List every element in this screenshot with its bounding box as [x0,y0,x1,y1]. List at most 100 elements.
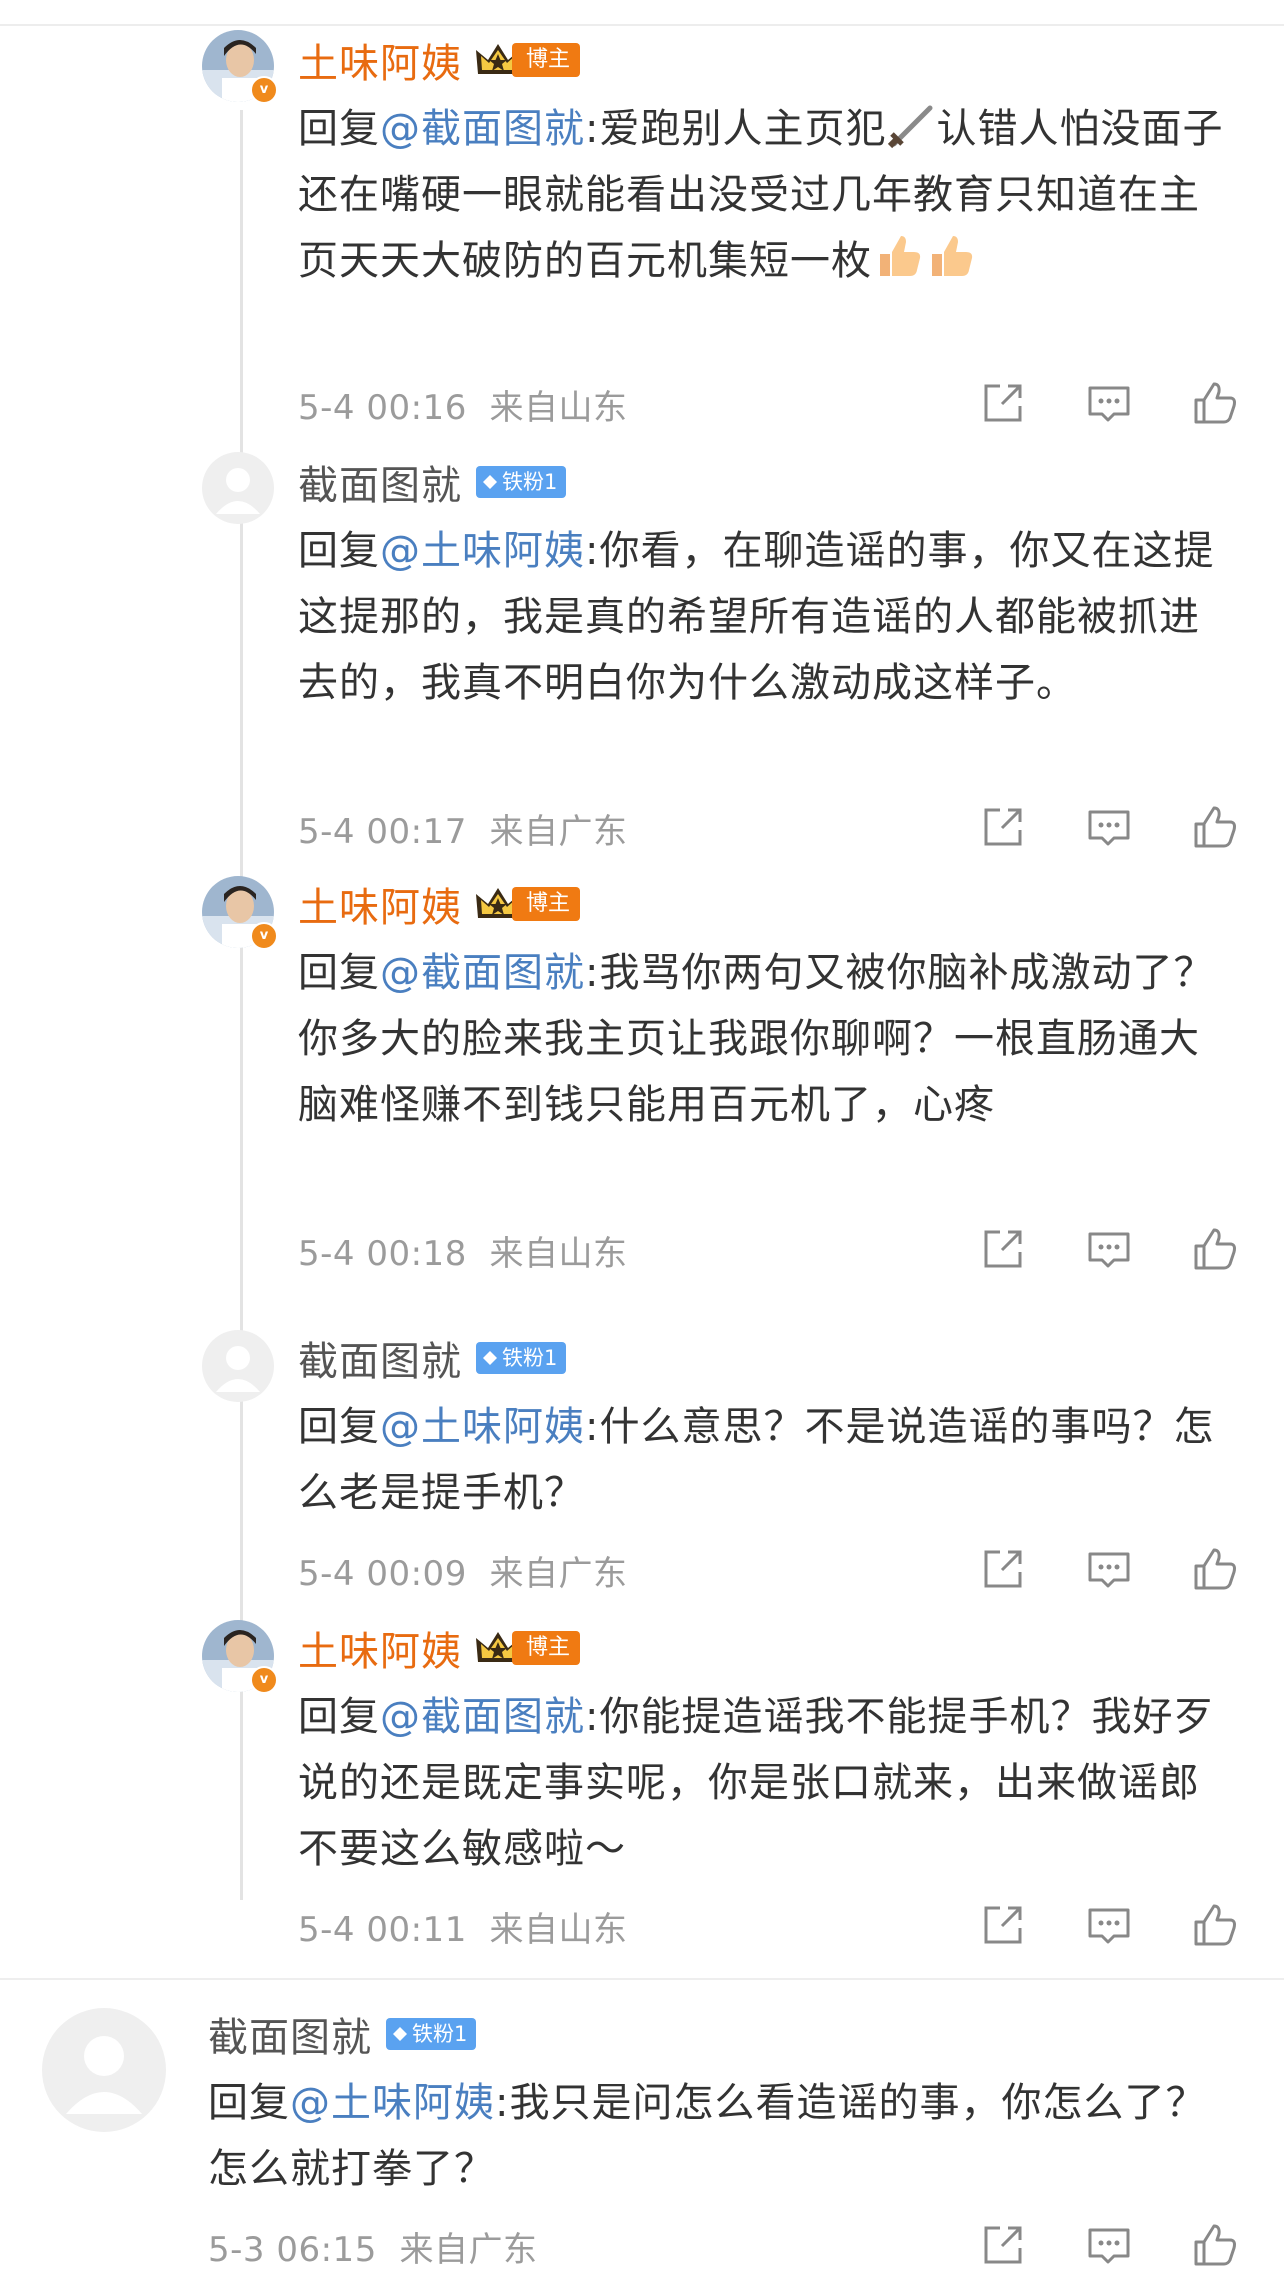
location: 来自广东 [489,812,628,852]
fan-badge: 铁粉1 [386,2018,477,2050]
location: 来自山东 [489,1234,628,1274]
fan-badge: 铁粉1 [476,466,567,498]
location: 来自山东 [489,1910,628,1950]
repost-icon[interactable] [980,1546,1026,1592]
comment-icon[interactable] [1086,1902,1132,1948]
username[interactable]: 截面图就 [298,453,462,511]
comment-icon[interactable] [1086,804,1132,850]
repost-icon[interactable] [980,380,1026,426]
mention-link[interactable]: @土味阿姨 [290,2080,495,2126]
badge-label: 铁粉1 [502,1346,558,1370]
repost-icon[interactable] [980,1226,1026,1272]
username[interactable]: 土味阿姨 [298,875,462,933]
comment-meta: 5-4 00:16 来自山东 [298,380,627,429]
timestamp: 5-3 06:15 [208,2230,377,2270]
repost-icon[interactable] [980,2222,1026,2268]
timestamp: 5-4 00:16 [298,388,467,428]
comment-actions [980,804,1238,850]
avatar[interactable]: v [202,876,278,950]
comment-actions [980,380,1238,426]
avatar[interactable]: v [202,1620,278,1694]
timestamp: 5-4 00:09 [298,1554,467,1594]
mention-link[interactable]: @截面图就 [380,1694,585,1740]
reply-prefix: 回复 [298,528,380,574]
comment-body: 回复@土味阿姨:我只是问怎么看造谣的事，你怎么了？怎么就打拳了？ [208,2070,1238,2202]
like-icon[interactable] [1192,1226,1238,1272]
avatar[interactable]: v [202,30,278,104]
comment-text: :爱跑别人主页犯 [585,106,887,152]
comment-actions [980,1902,1238,1948]
blogger-badge: 博主 [474,884,581,924]
comment-icon[interactable] [1086,2222,1132,2268]
like-icon[interactable] [1192,1546,1238,1592]
verified-icon: v [250,922,278,950]
badge-label: 博主 [512,887,581,921]
blogger-badge: 博主 [474,40,581,80]
comment-actions [980,1226,1238,1272]
default-avatar-icon [42,2008,166,2132]
comment-header: 截面图就 铁粉1 [208,2005,477,2063]
mention-link[interactable]: @截面图就 [380,106,585,152]
avatar[interactable] [42,2008,166,2132]
username[interactable]: 截面图就 [298,1329,462,1387]
avatar[interactable] [202,1330,274,1402]
default-avatar-icon [202,1330,274,1402]
comment-body: 回复@截面图就:你能提造谣我不能提手机？我好歹说的还是既定事实呢，你是张口就来，… [298,1684,1238,1882]
comment-header: 土味阿姨 博主 [298,875,581,933]
reply-prefix: 回复 [298,1404,380,1450]
badge-label: 铁粉1 [502,470,558,494]
diamond-icon [393,2027,407,2041]
timestamp: 5-4 00:11 [298,1910,467,1950]
mention-link[interactable]: @截面图就 [380,950,585,996]
location: 来自广东 [489,1554,628,1594]
comment-header: 截面图就 铁粉1 [298,453,567,511]
reply-prefix: 回复 [298,950,380,996]
repost-icon[interactable] [980,1902,1026,1948]
verified-icon: v [250,76,278,104]
reply-prefix: 回复 [298,106,380,152]
mention-link[interactable]: @土味阿姨 [380,528,585,574]
fan-badge: 铁粉1 [476,1342,567,1374]
location: 来自山东 [489,388,628,428]
reply-prefix: 回复 [298,1694,380,1740]
avatar[interactable] [202,452,274,524]
comment-actions [980,1546,1238,1592]
timestamp: 5-4 00:17 [298,812,467,852]
comment-body: 回复@截面图就:爱跑别人主页犯 认错人怕没面子还在嘴硬一眼就能看出没受过几年教育只… [298,96,1238,294]
diamond-icon [483,1351,497,1365]
username[interactable]: 土味阿姨 [298,31,462,89]
comment-icon[interactable] [1086,1226,1132,1272]
like-icon[interactable] [1192,2222,1238,2268]
comment-header: 土味阿姨 博主 [298,1619,581,1677]
comment-body: 回复@土味阿姨:你看，在聊造谣的事，你又在这提这提那的，我是真的希望所有造谣的人… [298,518,1238,716]
comment-icon[interactable] [1086,1546,1132,1592]
repost-icon[interactable] [980,804,1026,850]
comment-icon[interactable] [1086,380,1132,426]
badge-label: 博主 [512,43,581,77]
verified-icon: v [250,1666,278,1694]
comment-actions [980,2222,1238,2268]
badge-label: 博主 [512,1631,581,1665]
comment-header: 土味阿姨 博主 [298,31,581,89]
like-icon[interactable] [1192,804,1238,850]
comment-body: 回复@截面图就:我骂你两句又被你脑补成激动了？你多大的脸来我主页让我跟你聊啊？一… [298,940,1238,1138]
comment-meta: 5-4 00:17 来自广东 [298,804,627,853]
diamond-icon [483,475,497,489]
comment-meta: 5-3 06:15 来自广东 [208,2222,537,2271]
top-divider [0,24,1284,26]
reply-prefix: 回复 [208,2080,290,2126]
mention-link[interactable]: @土味阿姨 [380,1404,585,1450]
like-icon[interactable] [1192,380,1238,426]
comment-meta: 5-4 00:18 来自山东 [298,1226,627,1275]
blogger-badge: 博主 [474,1628,581,1668]
location: 来自广东 [399,2230,538,2270]
thumbs-up-icon [880,236,921,276]
like-icon[interactable] [1192,1902,1238,1948]
comment-meta: 5-4 00:11 来自山东 [298,1902,627,1951]
sword-icon [888,105,933,149]
username[interactable]: 土味阿姨 [298,1619,462,1677]
section-divider [0,1978,1284,1980]
comment-meta: 5-4 00:09 来自广东 [298,1546,627,1595]
timestamp: 5-4 00:18 [298,1234,467,1274]
username[interactable]: 截面图就 [208,2005,372,2063]
